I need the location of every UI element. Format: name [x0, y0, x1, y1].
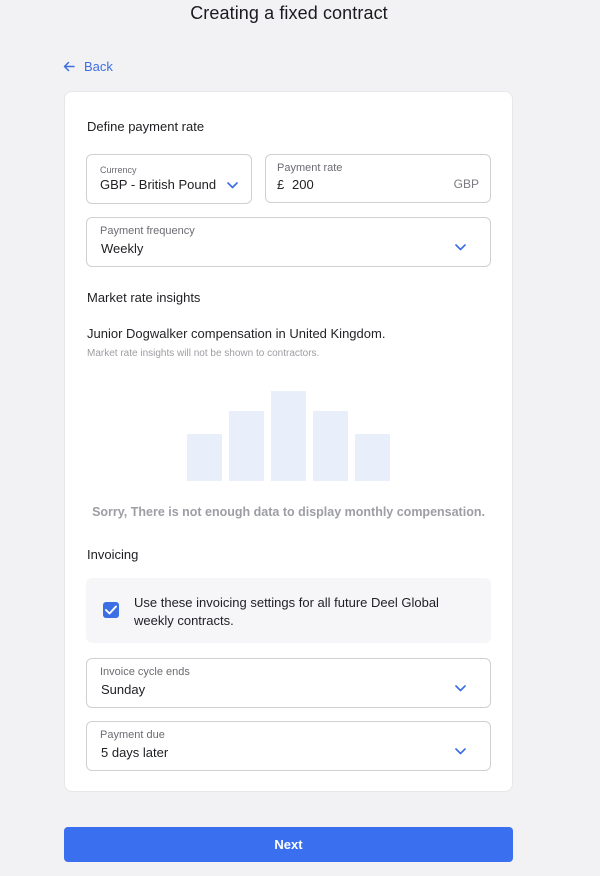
arrow-left-icon [63, 61, 75, 72]
chart-bar [229, 411, 264, 481]
chevron-down-icon [455, 679, 466, 697]
chevron-down-icon [455, 742, 466, 760]
contract-form-card: Define payment rate Currency GBP - Briti… [64, 91, 513, 792]
market-insights-description: Junior Dogwalker compensation in United … [87, 326, 386, 341]
back-label: Back [84, 58, 113, 74]
currency-select[interactable]: Currency GBP - British Pound [86, 154, 252, 204]
payment-frequency-label: Payment frequency [100, 225, 195, 237]
invoice-settings-checkbox[interactable] [103, 602, 119, 618]
back-link[interactable]: Back [63, 56, 113, 76]
market-insights-heading: Market rate insights [87, 290, 201, 305]
page-title: Creating a fixed contract [190, 3, 388, 23]
invoice-settings-option: Use these invoicing settings for all fut… [86, 578, 491, 643]
chart-bar [355, 434, 390, 481]
payment-due-select[interactable]: Payment due 5 days later [86, 721, 491, 771]
currency-label: Currency [100, 165, 137, 175]
payment-rate-heading: Define payment rate [87, 119, 205, 134]
payment-due-value: 5 days later [101, 745, 169, 760]
currency-code: GBP [453, 177, 479, 191]
currency-symbol: £ [277, 177, 285, 192]
invoice-cycle-select[interactable]: Invoice cycle ends Sunday [86, 658, 491, 708]
chevron-down-icon [227, 176, 238, 194]
market-insights-note: Market rate insights will not be shown t… [87, 348, 320, 359]
payment-frequency-value: Weekly [101, 241, 144, 256]
invoice-cycle-label: Invoice cycle ends [100, 666, 190, 678]
chart-bar [187, 434, 222, 481]
invoice-cycle-value: Sunday [101, 682, 146, 697]
invoicing-heading: Invoicing [87, 547, 139, 562]
payment-due-label: Payment due [100, 729, 165, 741]
next-button[interactable]: Next [64, 827, 513, 862]
payment-rate-value: 200 [292, 177, 314, 192]
chart-bar [313, 411, 348, 481]
currency-value: GBP - British Pound [100, 177, 217, 192]
chart-bar [271, 391, 306, 481]
payment-rate-input[interactable]: Payment rate £ 200 GBP [265, 154, 491, 203]
invoice-settings-text: Use these invoicing settings for all fut… [134, 595, 439, 628]
chevron-down-icon [455, 238, 466, 256]
payment-rate-label: Payment rate [277, 162, 343, 174]
compensation-chart-placeholder [187, 391, 393, 481]
no-data-message: Sorry, There is not enough data to displ… [92, 505, 485, 519]
payment-frequency-select[interactable]: Payment frequency Weekly [86, 217, 491, 267]
